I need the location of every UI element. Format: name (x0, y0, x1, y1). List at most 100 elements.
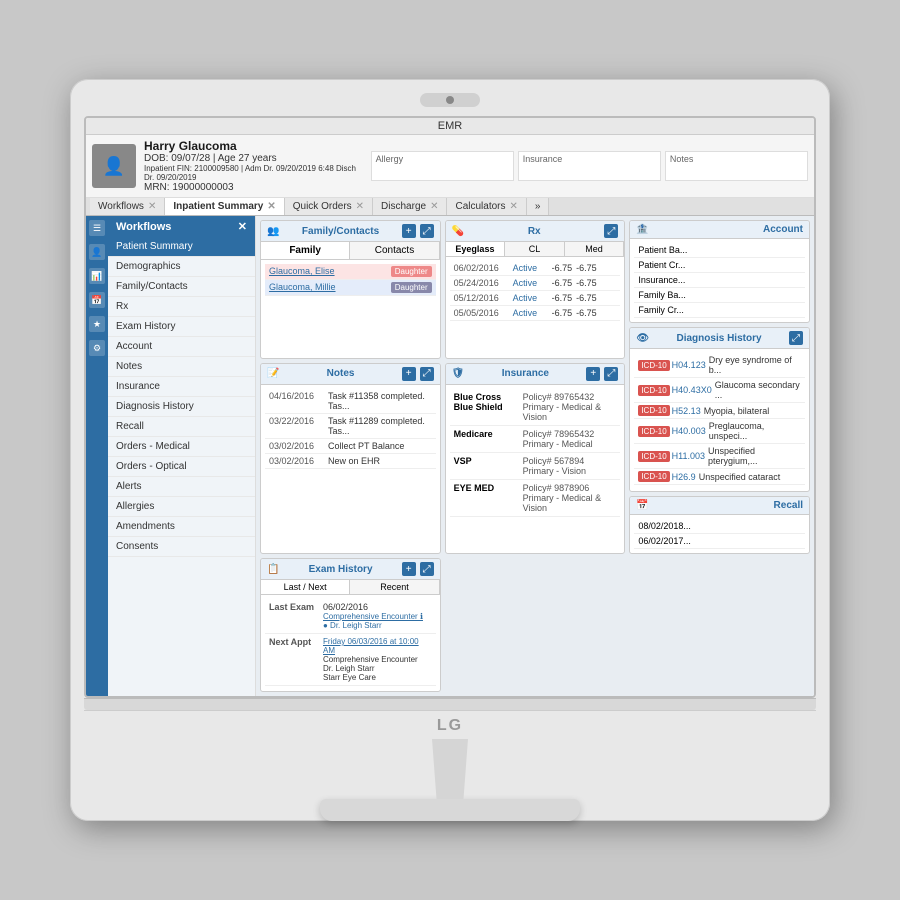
insurance-expand-btn[interactable]: ⤢ (604, 367, 618, 381)
sidebar-item-recall[interactable]: Recall (108, 417, 255, 437)
family-panel-icon: 👥 (267, 226, 279, 237)
insurance-panel-actions: + ⤢ (586, 367, 618, 381)
notes-panel-header: 📝 Notes + ⤢ (261, 364, 440, 385)
sidebar-item-diagnosis[interactable]: Diagnosis History (108, 397, 255, 417)
sidebar-item-consents[interactable]: Consents (108, 537, 255, 557)
family-relation-0: Daughter (391, 266, 432, 277)
rx-status-3: Active (513, 308, 548, 318)
exam-add-btn[interactable]: + (402, 562, 416, 576)
family-expand-btn[interactable]: ⤢ (420, 224, 434, 238)
star-icon[interactable]: ★ (89, 316, 105, 332)
diag-desc-1: Glaucoma secondary ... (715, 380, 801, 400)
exam-next-date: Friday 06/03/2016 at 10:00 AM (323, 637, 432, 655)
sidebar-item-exam[interactable]: Exam History (108, 317, 255, 337)
family-name-0[interactable]: Glaucoma, Elise (269, 266, 391, 277)
rx-date-3: 05/05/2016 (454, 308, 509, 318)
family-name-1[interactable]: Glaucoma, Millie (269, 282, 391, 293)
notes-expand-btn[interactable]: ⤢ (420, 367, 434, 381)
sidebar-item-allergies[interactable]: Allergies (108, 497, 255, 517)
notes-date-0: 04/16/2016 (269, 391, 324, 411)
sidebar-item-notes[interactable]: Notes (108, 357, 255, 377)
account-row-2: Insurance... (634, 273, 805, 288)
family-panel-header: 👥 Family/Contacts + ⤢ (261, 221, 440, 242)
sidebar-item-demographics[interactable]: Demographics (108, 257, 255, 277)
rx-date-1: 05/24/2016 (454, 278, 509, 288)
settings-icon[interactable]: ⚙ (89, 340, 105, 356)
exam-last-link[interactable]: Comprehensive Encounter ℹ (323, 612, 432, 621)
account-item-0: Patient Ba... (638, 245, 687, 255)
icd-code-0: H04.123 (672, 360, 706, 370)
tab-more[interactable]: » (527, 198, 550, 215)
tab-workflows[interactable]: Workflows ✕ (90, 198, 165, 215)
account-item-3: Family Ba... (638, 290, 686, 300)
diagnosis-panel: 👁 Diagnosis History ⤢ ICD-10 H04.123 Dry… (629, 327, 810, 492)
diag-row-4: ICD-10 H11.003 Unspecified pterygium,... (634, 444, 805, 469)
tab-discharge[interactable]: Discharge ✕ (373, 198, 447, 215)
notes-row-1: 03/22/2016 Task #11289 completed. Tas... (265, 414, 436, 439)
insurance-add-btn[interactable]: + (586, 367, 600, 381)
tab-inpatient[interactable]: Inpatient Summary ✕ (165, 198, 284, 215)
sidebar-item-alerts[interactable]: Alerts (108, 477, 255, 497)
monitor-brand: LG (84, 710, 816, 739)
exam-tab-last-next[interactable]: Last / Next (261, 580, 350, 594)
rx-tab-eyeglass[interactable]: Eyeglass (446, 242, 506, 256)
diag-row-3: ICD-10 H40.003 Preglaucoma, unspeci... (634, 419, 805, 444)
diag-row-0: ICD-10 H04.123 Dry eye syndrome of b... (634, 353, 805, 378)
sidebar-item-orders-optical[interactable]: Orders - Optical (108, 457, 255, 477)
family-add-btn[interactable]: + (402, 224, 416, 238)
icd-badge-3: ICD-10 (638, 426, 669, 437)
account-row-0: Patient Ba... (634, 243, 805, 258)
tab-calculators[interactable]: Calculators ✕ (447, 198, 526, 215)
chart-icon[interactable]: 📊 (89, 268, 105, 284)
sidebar-item-rx[interactable]: Rx (108, 297, 255, 317)
rx-tab-cl[interactable]: CL (505, 242, 565, 256)
family-panel-actions: + ⤢ (402, 224, 434, 238)
diagnosis-panel-actions: ⤢ (789, 331, 803, 345)
exam-last-label: Last Exam (269, 602, 319, 630)
ins-name-3: EYE MED (454, 483, 519, 513)
icd-badge-4: ICD-10 (638, 451, 669, 462)
rx-expand-btn[interactable]: ⤢ (604, 224, 618, 238)
sidebar-item-insurance[interactable]: Insurance (108, 377, 255, 397)
sidebar-item-account[interactable]: Account (108, 337, 255, 357)
ins-name-0: Blue Cross Blue Shield (454, 392, 519, 422)
tab-calculators-close[interactable]: ✕ (510, 201, 518, 212)
insurance-panel-header: 🛡 Insurance + ⤢ (446, 364, 625, 385)
notes-date-3: 03/02/2016 (269, 456, 324, 466)
tab-quick-orders[interactable]: Quick Orders ✕ (285, 198, 373, 215)
menu-icon[interactable]: ☰ (89, 220, 105, 236)
insurance-panel-body: Blue Cross Blue Shield Policy# 89765432 … (446, 385, 625, 521)
exam-panel-header: 📋 Exam History + ⤢ (261, 559, 440, 580)
exam-tab-recent[interactable]: Recent (350, 580, 439, 594)
diag-desc-3: Preglaucoma, unspeci... (709, 421, 801, 441)
rx-val1-0: -6.75 (552, 263, 573, 273)
notes-date-2: 03/02/2016 (269, 441, 324, 451)
rx-panel: 💊 Rx ⤢ Eyeglass CL Med 06/02/2016 (445, 220, 626, 359)
recall-panel-header: 📅 Recall (630, 497, 809, 515)
rx-tab-med[interactable]: Med (565, 242, 625, 256)
family-tab-family[interactable]: Family (261, 242, 350, 259)
exam-next-content: Friday 06/03/2016 at 10:00 AM Comprehens… (323, 637, 432, 682)
tab-inpatient-close[interactable]: ✕ (267, 201, 275, 212)
allergy-col: Allergy (371, 151, 514, 181)
brand-label: LG (437, 717, 463, 735)
sidebar-item-family[interactable]: Family/Contacts (108, 277, 255, 297)
notes-text-3: New on EHR (328, 456, 432, 466)
notes-add-btn[interactable]: + (402, 367, 416, 381)
exam-expand-btn[interactable]: ⤢ (420, 562, 434, 576)
sidebar-item-patient-summary[interactable]: Patient Summary (108, 237, 255, 257)
tab-quick-orders-close[interactable]: ✕ (356, 201, 364, 212)
tab-discharge-close[interactable]: ✕ (430, 201, 438, 212)
family-tab-contacts[interactable]: Contacts (350, 242, 439, 259)
left-sidebar: Workflows ✕ Patient Summary Demographics… (108, 216, 256, 696)
sidebar-close-icon[interactable]: ✕ (238, 220, 247, 233)
calendar-icon[interactable]: 📅 (89, 292, 105, 308)
sidebar-item-orders-medical[interactable]: Orders - Medical (108, 437, 255, 457)
tab-workflows-close[interactable]: ✕ (148, 201, 156, 212)
diagnosis-expand-btn[interactable]: ⤢ (789, 331, 803, 345)
ins-name-2: VSP (454, 456, 519, 476)
user-icon[interactable]: 👤 (89, 244, 105, 260)
sidebar-item-amendments[interactable]: Amendments (108, 517, 255, 537)
account-item-2: Insurance... (638, 275, 685, 285)
notes-panel: 📝 Notes + ⤢ 04/16/2016 Task #11358 compl… (260, 363, 441, 555)
